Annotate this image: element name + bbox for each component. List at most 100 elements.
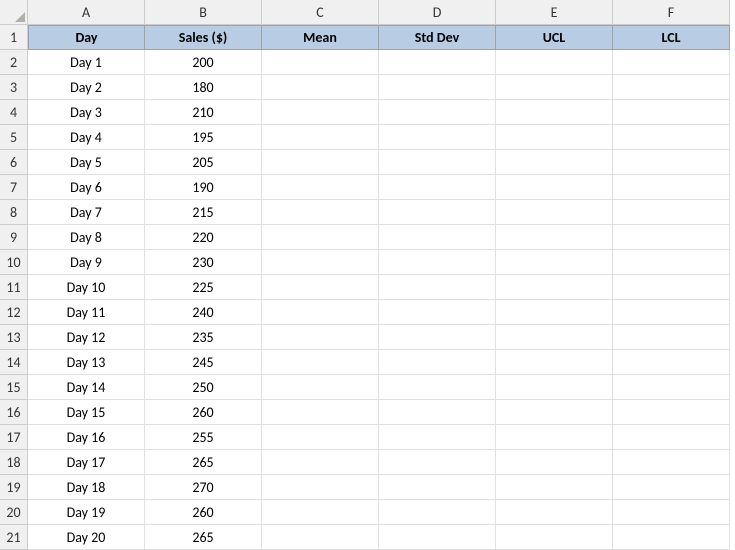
cell-A21[interactable]: Day 20 <box>28 525 145 550</box>
row-header-11[interactable]: 11 <box>0 275 28 300</box>
cell-E15[interactable] <box>496 375 613 400</box>
row-header-17[interactable]: 17 <box>0 425 28 450</box>
cell-B11[interactable]: 225 <box>145 275 262 300</box>
cell-D14[interactable] <box>379 350 496 375</box>
cell-C20[interactable] <box>262 500 379 525</box>
cell-E16[interactable] <box>496 400 613 425</box>
row-header-18[interactable]: 18 <box>0 450 28 475</box>
cell-B18[interactable]: 265 <box>145 450 262 475</box>
cell-F5[interactable] <box>613 125 730 150</box>
cell-D7[interactable] <box>379 175 496 200</box>
row-header-3[interactable]: 3 <box>0 75 28 100</box>
cell-A3[interactable]: Day 2 <box>28 75 145 100</box>
cell-F21[interactable] <box>613 525 730 550</box>
cell-A12[interactable]: Day 11 <box>28 300 145 325</box>
cell-C14[interactable] <box>262 350 379 375</box>
cell-E12[interactable] <box>496 300 613 325</box>
cell-B9[interactable]: 220 <box>145 225 262 250</box>
cell-D12[interactable] <box>379 300 496 325</box>
cell-B21[interactable]: 265 <box>145 525 262 550</box>
cell-D11[interactable] <box>379 275 496 300</box>
cell-E9[interactable] <box>496 225 613 250</box>
cell-D17[interactable] <box>379 425 496 450</box>
cell-E1[interactable]: UCL <box>496 25 613 50</box>
col-header-F[interactable]: F <box>613 0 730 25</box>
cell-D13[interactable] <box>379 325 496 350</box>
cell-E4[interactable] <box>496 100 613 125</box>
cell-D5[interactable] <box>379 125 496 150</box>
cell-E14[interactable] <box>496 350 613 375</box>
cell-C12[interactable] <box>262 300 379 325</box>
row-header-21[interactable]: 21 <box>0 525 28 550</box>
cell-A4[interactable]: Day 3 <box>28 100 145 125</box>
cell-D2[interactable] <box>379 50 496 75</box>
cell-F12[interactable] <box>613 300 730 325</box>
cell-B7[interactable]: 190 <box>145 175 262 200</box>
cell-C1[interactable]: Mean <box>262 25 379 50</box>
cell-E3[interactable] <box>496 75 613 100</box>
cell-F8[interactable] <box>613 200 730 225</box>
cell-C5[interactable] <box>262 125 379 150</box>
cell-E18[interactable] <box>496 450 613 475</box>
cell-F2[interactable] <box>613 50 730 75</box>
select-all-corner[interactable] <box>0 0 28 25</box>
cell-F20[interactable] <box>613 500 730 525</box>
row-header-16[interactable]: 16 <box>0 400 28 425</box>
cell-A6[interactable]: Day 5 <box>28 150 145 175</box>
cell-E20[interactable] <box>496 500 613 525</box>
cell-E10[interactable] <box>496 250 613 275</box>
row-header-19[interactable]: 19 <box>0 475 28 500</box>
cell-F14[interactable] <box>613 350 730 375</box>
cell-C11[interactable] <box>262 275 379 300</box>
cell-E11[interactable] <box>496 275 613 300</box>
row-header-1[interactable]: 1 <box>0 25 28 50</box>
cell-F17[interactable] <box>613 425 730 450</box>
cell-A8[interactable]: Day 7 <box>28 200 145 225</box>
cell-D18[interactable] <box>379 450 496 475</box>
row-header-15[interactable]: 15 <box>0 375 28 400</box>
cell-B16[interactable]: 260 <box>145 400 262 425</box>
cell-D15[interactable] <box>379 375 496 400</box>
cell-B6[interactable]: 205 <box>145 150 262 175</box>
cell-C17[interactable] <box>262 425 379 450</box>
cell-A15[interactable]: Day 14 <box>28 375 145 400</box>
cell-A2[interactable]: Day 1 <box>28 50 145 75</box>
row-header-7[interactable]: 7 <box>0 175 28 200</box>
cell-A20[interactable]: Day 19 <box>28 500 145 525</box>
row-header-10[interactable]: 10 <box>0 250 28 275</box>
row-header-2[interactable]: 2 <box>0 50 28 75</box>
row-header-6[interactable]: 6 <box>0 150 28 175</box>
cell-F18[interactable] <box>613 450 730 475</box>
cell-A18[interactable]: Day 17 <box>28 450 145 475</box>
cell-A10[interactable]: Day 9 <box>28 250 145 275</box>
cell-C4[interactable] <box>262 100 379 125</box>
cell-C6[interactable] <box>262 150 379 175</box>
cell-C3[interactable] <box>262 75 379 100</box>
spreadsheet-grid[interactable]: A B C D E F 1 Day Sales ($) Mean Std Dev… <box>0 0 735 550</box>
row-header-14[interactable]: 14 <box>0 350 28 375</box>
cell-C7[interactable] <box>262 175 379 200</box>
col-header-E[interactable]: E <box>496 0 613 25</box>
cell-D19[interactable] <box>379 475 496 500</box>
col-header-D[interactable]: D <box>379 0 496 25</box>
col-header-B[interactable]: B <box>145 0 262 25</box>
cell-B15[interactable]: 250 <box>145 375 262 400</box>
cell-D6[interactable] <box>379 150 496 175</box>
row-header-13[interactable]: 13 <box>0 325 28 350</box>
cell-E8[interactable] <box>496 200 613 225</box>
cell-B19[interactable]: 270 <box>145 475 262 500</box>
col-header-C[interactable]: C <box>262 0 379 25</box>
cell-D10[interactable] <box>379 250 496 275</box>
cell-D16[interactable] <box>379 400 496 425</box>
cell-E2[interactable] <box>496 50 613 75</box>
cell-E17[interactable] <box>496 425 613 450</box>
cell-B3[interactable]: 180 <box>145 75 262 100</box>
cell-C15[interactable] <box>262 375 379 400</box>
cell-E6[interactable] <box>496 150 613 175</box>
cell-A5[interactable]: Day 4 <box>28 125 145 150</box>
cell-E19[interactable] <box>496 475 613 500</box>
cell-A9[interactable]: Day 8 <box>28 225 145 250</box>
cell-B5[interactable]: 195 <box>145 125 262 150</box>
cell-B4[interactable]: 210 <box>145 100 262 125</box>
cell-C21[interactable] <box>262 525 379 550</box>
